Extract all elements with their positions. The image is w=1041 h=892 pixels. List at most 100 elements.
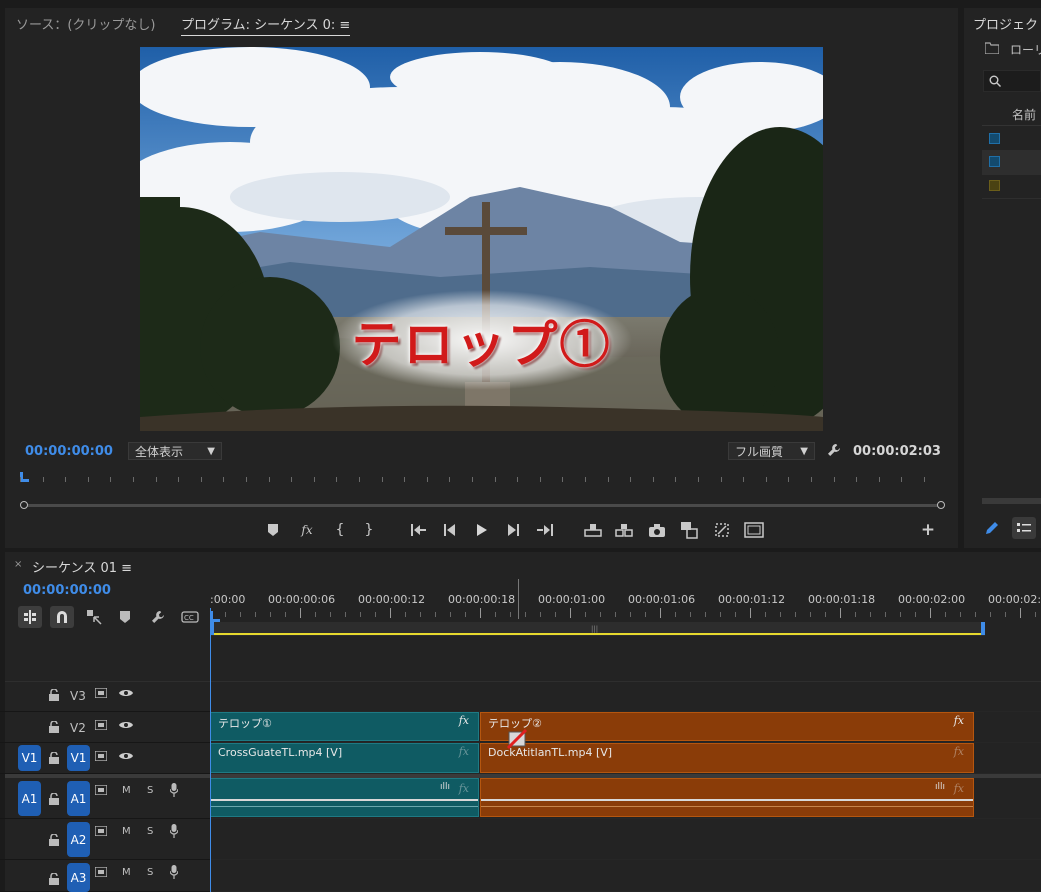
label-swatch[interactable] [989,180,1000,191]
eye-icon[interactable] [118,750,134,762]
wrench-icon[interactable] [826,442,842,458]
lock-icon[interactable] [48,688,60,702]
fx-badge: fx [458,782,469,795]
solo-button[interactable]: S [147,867,153,878]
add-button-icon[interactable]: + [920,520,936,540]
sync-lock-icon[interactable] [94,749,108,763]
list-view-icon[interactable] [1012,517,1036,539]
label-swatch[interactable] [989,156,1000,167]
sequence-tab[interactable]: シーケンス 01 ≡ [32,557,132,576]
solo-button[interactable]: S [147,785,153,796]
nest-toggle-icon[interactable] [18,606,42,628]
zoom-handle-right[interactable] [937,501,945,509]
lock-icon[interactable] [48,720,60,734]
mute-button[interactable]: M [122,785,131,796]
clip-v2-telop2[interactable]: テロップ② fx [480,712,974,741]
marker-icon[interactable] [266,522,280,538]
sync-lock-icon[interactable] [94,783,108,797]
microphone-icon[interactable] [168,782,180,798]
go-to-in-icon[interactable] [410,522,428,538]
add-marker-icon[interactable] [118,609,132,625]
lane-a3[interactable] [210,860,1041,892]
quality-select[interactable]: フル画質 ▼ [728,442,815,460]
program-ruler[interactable] [20,470,940,484]
fx-icon[interactable]: fx [298,521,316,539]
step-forward-icon[interactable] [505,522,521,538]
step-back-icon[interactable] [442,522,458,538]
fit-select[interactable]: 全体表示 ▼ [128,442,222,460]
project-tab[interactable]: プロジェクト [973,14,1041,33]
name-column-header[interactable]: 名前 [1012,106,1036,123]
lock-icon[interactable] [48,792,60,806]
timeline-playhead[interactable] [210,608,211,892]
work-area-bar[interactable]: ||| [210,622,985,636]
program-zoom-scrollbar[interactable] [20,501,945,509]
lane-a2[interactable] [210,819,1041,860]
source-tab[interactable]: ソース：(クリップなし) [16,14,156,33]
lock-icon[interactable] [48,833,60,847]
track-target-a3[interactable]: A3 [67,863,90,892]
clip-v1-crossguate[interactable]: CrossGuateTL.mp4 [V] fx [210,743,479,773]
lock-icon[interactable] [48,751,60,765]
pencil-icon[interactable] [983,519,1001,537]
track-target-a2[interactable]: A2 [67,822,90,857]
wrench-icon[interactable] [149,608,167,626]
sync-lock-icon[interactable] [94,824,108,838]
mark-out-icon[interactable]: } [362,521,376,539]
ruler-tick [585,477,586,482]
ruler-tick [690,612,691,617]
camera-icon[interactable] [648,521,666,539]
project-item[interactable] [982,126,1041,151]
sequence-timecode[interactable]: 00:00:00:00 [23,583,111,598]
eye-icon[interactable] [118,687,134,699]
track-target-v1[interactable]: V1 [67,745,90,771]
ruler-tick [698,477,699,482]
clip-a1-crossguate-audio[interactable]: fx ıllı [210,778,479,817]
clip-v2-telop1[interactable]: テロップ① fx [210,712,479,741]
project-item[interactable] [982,150,1041,175]
source-patch-v1[interactable]: V1 [18,745,41,771]
folder-icon [984,41,1000,55]
solo-button[interactable]: S [147,826,153,837]
linked-selection-icon[interactable] [84,607,104,627]
ruler-label: 00:00:01:18 [808,593,876,606]
project-item[interactable] [982,174,1041,199]
playhead-marker[interactable] [20,472,29,482]
sync-lock-icon[interactable] [94,686,108,700]
clip-a1-dockatitlan-audio[interactable]: fx ıllı [480,778,974,817]
timeline-ruler[interactable] [210,608,1041,622]
program-current-timecode[interactable]: 00:00:00:00 [25,444,113,459]
work-area-grip[interactable]: ||| [591,625,598,633]
extract-icon[interactable] [614,521,634,539]
track-target-a1[interactable]: A1 [67,781,90,816]
label-swatch[interactable] [989,133,1000,144]
safe-margins-icon[interactable] [743,520,765,540]
sync-lock-icon[interactable] [94,865,108,879]
microphone-icon[interactable] [168,864,180,880]
ruler-tick [810,612,811,617]
program-tab[interactable]: プログラム: シーケンス 0: ≡ [181,14,351,36]
snap-magnet-icon[interactable] [50,606,74,628]
vr-toggle-icon[interactable] [712,520,732,540]
project-scrollbar[interactable] [982,498,1041,504]
lock-icon[interactable] [48,872,60,886]
project-search-box[interactable] [983,70,1041,92]
eye-icon[interactable] [118,719,134,731]
microphone-icon[interactable] [168,823,180,839]
source-patch-a1[interactable]: A1 [18,781,41,816]
ruler-tick [901,477,903,482]
clip-v1-dockatitlan[interactable]: DockAtitlanTL.mp4 [V] fx [480,743,974,773]
lane-v3[interactable] [210,681,1041,712]
mark-in-icon[interactable]: { [333,521,347,539]
playhead-handle[interactable] [210,611,220,622]
lift-icon[interactable] [583,521,603,539]
sync-lock-icon[interactable] [94,718,108,732]
play-icon[interactable] [474,522,490,538]
mute-button[interactable]: M [122,826,131,837]
go-to-out-icon[interactable] [536,522,554,538]
zoom-handle-left[interactable] [20,501,28,509]
captions-icon[interactable]: CC [180,609,200,625]
comparison-view-icon[interactable] [679,520,699,540]
mute-button[interactable]: M [122,867,131,878]
close-icon[interactable]: × [14,559,22,570]
